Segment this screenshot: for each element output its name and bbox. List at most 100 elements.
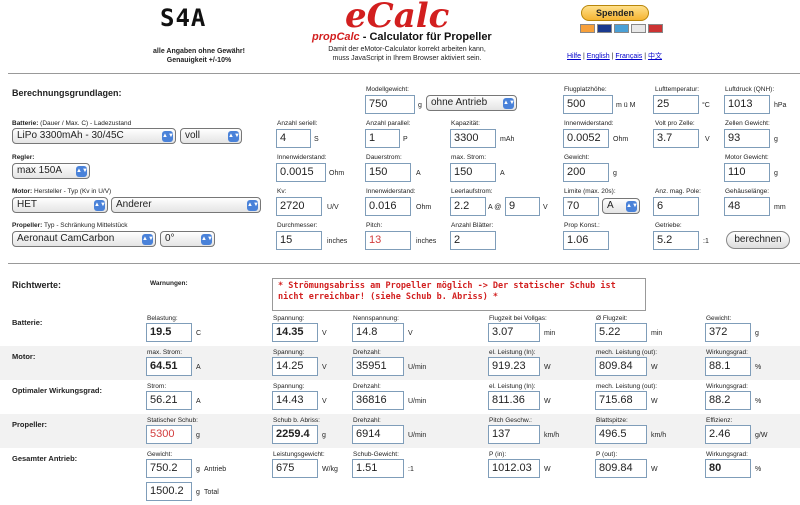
pole-input[interactable]: 6 xyxy=(653,197,699,216)
result-unit: km/h xyxy=(651,432,667,439)
result-unit: W xyxy=(651,364,658,371)
disclaimer-line2: Genauigkeit +/-10% xyxy=(166,57,232,64)
result-unit: W xyxy=(544,466,551,473)
durchmesser-input[interactable]: 15 xyxy=(276,231,322,250)
result-label: Blattspitze: xyxy=(596,417,628,424)
result-value: 14.8 xyxy=(352,323,404,342)
kapazitaet-input[interactable]: 3300 xyxy=(450,129,496,148)
regler-gewicht-input[interactable]: 200 xyxy=(563,163,609,182)
result-extra-label: Antrieb xyxy=(204,466,227,473)
result-value: 5.22 xyxy=(595,323,647,342)
motor-gewicht-input[interactable]: 110 xyxy=(724,163,770,182)
total-label: Total xyxy=(204,489,219,496)
select-arrows-icon: ▲▼ xyxy=(142,234,154,245)
result-value: 2259.4 xyxy=(272,425,318,444)
result-label: Gewicht: xyxy=(706,315,732,322)
total-weight-unit: g xyxy=(196,489,200,496)
max-strom-input[interactable]: 150 xyxy=(450,163,496,182)
donate-button[interactable]: Spenden xyxy=(581,5,649,21)
calculate-button[interactable]: berechnen xyxy=(726,231,790,249)
result-row-title: Optimaler Wirkungsgrad: xyxy=(12,386,102,395)
result-value: 496.5 xyxy=(595,425,647,444)
seriell-input[interactable]: 4 xyxy=(276,129,311,148)
unit: Ohm xyxy=(329,170,345,177)
prop-type-select[interactable]: Aeronaut CamCarbon ▲▼ xyxy=(12,231,156,247)
kv-input[interactable]: 2720 xyxy=(276,197,322,216)
charge-state-select[interactable]: voll ▲▼ xyxy=(180,128,242,144)
result-unit: V xyxy=(408,330,413,337)
regler-gewicht-label: Gewicht: xyxy=(564,154,590,161)
luftdruck-input[interactable]: 1013 xyxy=(724,95,770,114)
konst-input[interactable]: 1.06 xyxy=(563,231,609,250)
limite-input[interactable]: 70 xyxy=(563,197,599,216)
volt-zelle-input[interactable]: 3.7 xyxy=(653,129,699,148)
result-value: 5300 xyxy=(146,425,192,444)
blaetter-input[interactable]: 2 xyxy=(450,231,496,250)
select-arrows-icon: ▲▼ xyxy=(201,234,213,245)
propeller-label-rest: Typ - Schränkung Mittelstück xyxy=(42,222,128,229)
result-unit: W xyxy=(544,364,551,371)
help-link[interactable]: Hilfe xyxy=(567,53,581,60)
bat-ri-input[interactable]: 0.0052 xyxy=(563,129,609,148)
js-notice: Damit der eMotor-Calculator korrekt arbe… xyxy=(312,45,502,63)
limite-unit-select[interactable]: A ▲▼ xyxy=(602,198,640,214)
result-label: max. Strom: xyxy=(147,349,183,356)
result-unit: :1 xyxy=(408,466,414,473)
batterie-label: Batterie: (Dauer / Max. C) - Ladezustand xyxy=(12,120,131,127)
french-link[interactable]: Français xyxy=(615,53,642,60)
unit: Ohm xyxy=(613,136,629,143)
pitch-input[interactable]: 13 xyxy=(365,231,411,250)
motor-ri-input[interactable]: 0.016 xyxy=(365,197,411,216)
unit: hPa xyxy=(774,102,787,109)
result-value: 64.51 xyxy=(146,357,192,376)
result-label: P (in): xyxy=(489,451,507,458)
zellen-gewicht-label: Zellen Gewicht: xyxy=(725,120,770,127)
result-value: 372 xyxy=(705,323,751,342)
temp-input[interactable]: 25 xyxy=(653,95,699,114)
prop-angle-select[interactable]: 0° ▲▼ xyxy=(160,231,215,247)
chinese-link[interactable]: 中文 xyxy=(648,53,662,60)
result-value: 56.21 xyxy=(146,391,192,410)
subtitle-brand: propCalc xyxy=(312,31,360,43)
antrieb-select[interactable]: ohne Antrieb ▲▼ xyxy=(426,95,517,111)
result-value: 809.84 xyxy=(595,357,647,376)
language-links: Hilfe | English | Français | 中文 xyxy=(567,51,662,61)
dauerstrom-input[interactable]: 150 xyxy=(365,163,411,182)
mastercard-icon xyxy=(580,24,595,33)
regler-select[interactable]: max 150A ▲▼ xyxy=(12,163,90,179)
unit: V xyxy=(543,204,548,211)
prop-angle-value: 0° xyxy=(165,233,175,244)
bank-icon xyxy=(648,24,663,33)
modellgewicht-input[interactable]: 750 xyxy=(365,95,415,114)
select-arrows-icon: ▲▼ xyxy=(247,200,259,211)
regler-ri-input[interactable]: 0.0015 xyxy=(276,163,326,182)
result-label: Wirkungsgrad: xyxy=(706,349,748,356)
motor-maker-select[interactable]: HET ▲▼ xyxy=(12,197,108,213)
leerlauf-volt-input[interactable]: 9 xyxy=(505,197,540,216)
getriebe-input[interactable]: 5.2 xyxy=(653,231,699,250)
leerlauf-input[interactable]: 2.2 xyxy=(450,197,486,216)
unit: inches xyxy=(416,238,437,245)
regler-ri-label: Innenwiderstand: xyxy=(277,154,327,161)
result-label: Nennspannung: xyxy=(353,315,399,322)
gehaeuse-input[interactable]: 48 xyxy=(724,197,770,216)
result-value: 675 xyxy=(272,459,318,478)
battery-type-select[interactable]: LiPo 3300mAh - 30/45C ▲▼ xyxy=(12,128,176,144)
result-value: 14.35 xyxy=(272,323,318,342)
limite-unit-value: A xyxy=(607,200,614,211)
motor-type-select[interactable]: Anderer ▲▼ xyxy=(111,197,261,213)
result-value: 1012.03 xyxy=(488,459,540,478)
zellen-gewicht-input[interactable]: 93 xyxy=(724,129,770,148)
result-value: 36816 xyxy=(352,391,404,410)
parallel-input[interactable]: 1 xyxy=(365,129,400,148)
result-unit: V xyxy=(322,364,327,371)
result-unit: W xyxy=(651,398,658,405)
konst-label: Prop Konst.: xyxy=(564,222,600,229)
result-value: 3.07 xyxy=(488,323,540,342)
prop-type-value: Aeronaut CamCarbon xyxy=(17,233,115,244)
english-link[interactable]: English xyxy=(587,53,610,60)
s4a-logo: S4A xyxy=(160,4,207,32)
result-unit: % xyxy=(755,398,762,405)
flugplatz-input[interactable]: 500 xyxy=(563,95,613,114)
unit: :1 xyxy=(703,238,709,245)
